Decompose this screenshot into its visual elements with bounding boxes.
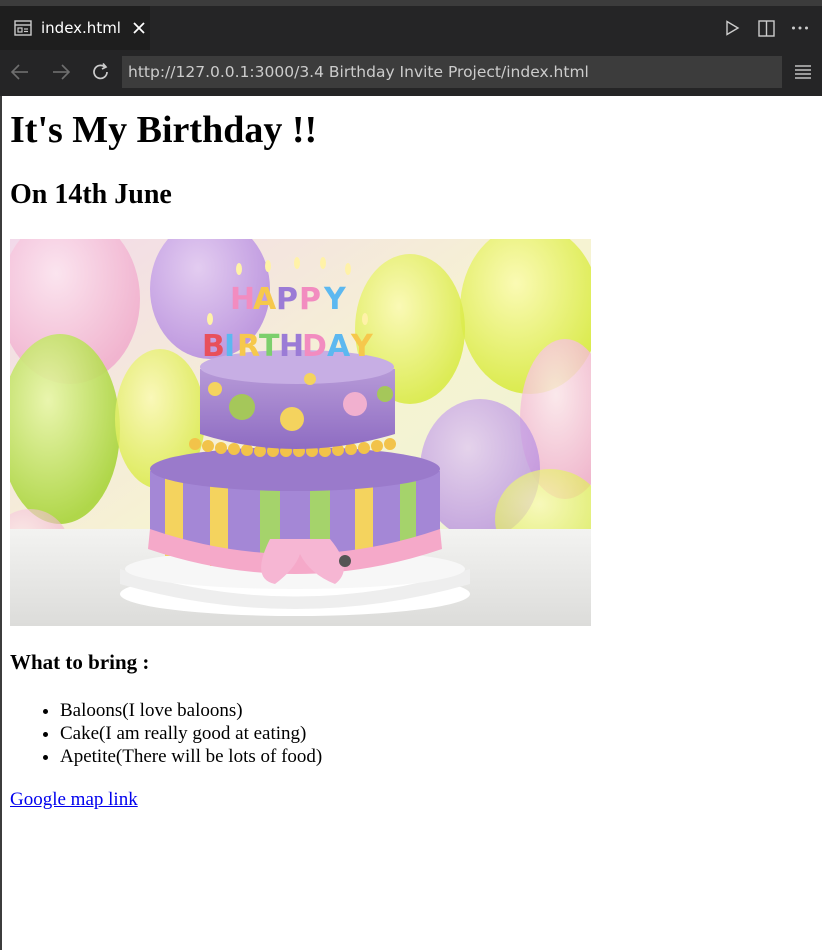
svg-text:R: R [237,329,260,364]
svg-text:H: H [279,329,304,364]
list-item: Cake(I am really good at eating) [60,722,322,745]
svg-text:P: P [276,282,298,317]
svg-text:A: A [327,329,351,364]
reload-icon[interactable] [90,61,112,83]
svg-text:A: A [253,282,277,317]
back-icon[interactable] [9,61,31,83]
svg-text:B: B [202,329,225,364]
google-map-link[interactable]: Google map link [10,789,138,811]
forward-icon[interactable] [50,61,72,83]
editor-actions [722,6,810,50]
svg-text:P: P [299,282,321,317]
split-editor-button[interactable] [756,18,776,38]
run-icon [726,20,740,36]
tab-bar: index.html [0,6,822,50]
url-input[interactable] [122,56,782,88]
run-button[interactable] [722,18,742,38]
svg-text:Y: Y [350,329,374,364]
page-heading: It's My Birthday !! [10,109,318,151]
page-viewport: It's My Birthday !! On 14th June H A P P… [2,96,822,950]
list-item: Baloons(I love baloons) [60,699,322,722]
list-item: Apetite(There will be lots of food) [60,745,322,768]
close-icon[interactable] [131,20,147,36]
bring-list: Baloons(I love baloons) Cake(I am really… [10,699,322,768]
tab-label: index.html [41,19,121,37]
svg-text:T: T [259,329,280,364]
split-editor-icon [757,19,775,37]
preview-icon [14,20,32,36]
tab-index-html[interactable]: index.html [0,6,150,50]
svg-text:I: I [224,329,235,364]
more-icon [792,26,808,30]
birthday-cake-image: H A P P Y B I R T H D A Y [10,239,591,626]
more-actions-button[interactable] [790,18,810,38]
svg-text:H: H [230,282,255,317]
menu-icon[interactable] [794,62,812,82]
page-subheading: On 14th June [10,179,172,210]
bring-heading: What to bring : [10,650,150,674]
browser-nav-bar [0,50,822,96]
svg-text:D: D [302,329,327,364]
svg-text:Y: Y [323,282,347,317]
